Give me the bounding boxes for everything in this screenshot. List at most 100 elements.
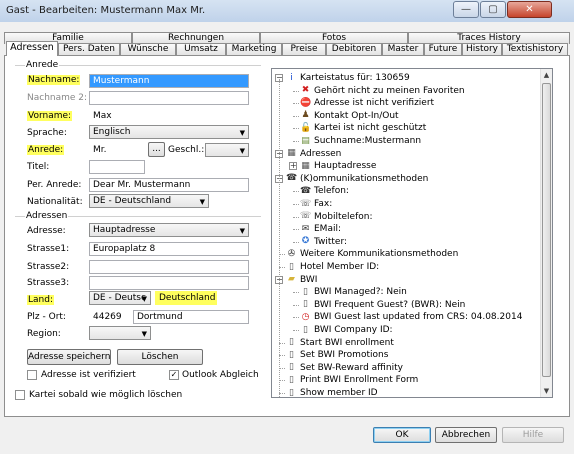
close-button[interactable]: ✕ xyxy=(507,1,552,18)
tab-master[interactable]: Master xyxy=(382,43,424,55)
ort-field[interactable]: Dortmund xyxy=(133,310,249,324)
tab-row-bottom: Adressen Pers. Daten Wünsche Umsatz Mark… xyxy=(4,41,570,56)
tree-item[interactable]: BWI Managed?: Nein xyxy=(314,286,407,298)
chevron-down-icon: ▼ xyxy=(239,147,245,155)
cancel-button[interactable]: Abbrechen xyxy=(435,427,497,443)
anrede-label-text: Anrede: xyxy=(27,145,65,155)
strasse1-field[interactable]: Europaplatz 8 xyxy=(89,242,249,256)
outlook-sync-checkbox[interactable]: ✓ xyxy=(169,370,179,380)
adresse-value: Hauptadresse xyxy=(93,225,156,235)
tab-textishistory[interactable]: Textishistory xyxy=(502,43,568,55)
tree-item[interactable]: Start BWI enrollment xyxy=(300,337,394,349)
maximize-button[interactable]: ▢ xyxy=(480,1,506,18)
tree-item[interactable]: BWI Company ID: xyxy=(314,324,393,336)
per-anrede-field[interactable]: Dear Mr. Mustermann xyxy=(89,178,249,192)
delete-card-label: Kartei sobald wie möglich löschen xyxy=(29,390,183,400)
tree-item[interactable]: Weitere Kommunikationsmethoden xyxy=(300,248,458,260)
nationalitaet-select[interactable]: DE - Deutschland ▼ xyxy=(89,194,209,208)
anrede-browse-button[interactable]: ... xyxy=(148,142,165,157)
tree-item[interactable]: Telefon: xyxy=(314,185,349,197)
region-select[interactable]: ▼ xyxy=(89,326,151,340)
land-label-text: Land: xyxy=(27,295,54,305)
vorname-label: Vorname: xyxy=(27,111,73,121)
address-verified-label: Adresse ist verifiziert xyxy=(41,370,136,380)
tree-root-connector xyxy=(279,79,280,397)
vorname-field[interactable]: Max xyxy=(93,111,112,121)
tab-debitoren[interactable]: Debitoren xyxy=(326,43,382,55)
land-label: Land: xyxy=(27,295,54,305)
adresse-label: Adresse: xyxy=(27,226,66,236)
tree-item[interactable]: EMail: xyxy=(314,223,341,235)
adresse-select[interactable]: Hauptadresse ▼ xyxy=(89,223,249,237)
person-icon: ♟ xyxy=(301,110,310,121)
tree-item[interactable]: Adressen xyxy=(300,148,341,160)
tree-item[interactable]: Hauptadresse xyxy=(314,160,376,172)
plz-field[interactable]: 44269 xyxy=(89,310,131,324)
nationalitaet-label: Nationalität: xyxy=(27,197,83,207)
tab-preise[interactable]: Preise xyxy=(282,43,326,55)
document-icon: ▯ xyxy=(289,337,294,348)
tab-adressen[interactable]: Adressen xyxy=(6,41,58,56)
tree-item[interactable]: Kartei ist nicht geschützt xyxy=(314,122,426,134)
tab-pers-daten[interactable]: Pers. Daten xyxy=(58,43,120,55)
land-select[interactable]: DE - Deutsc ▼ xyxy=(89,291,151,305)
tree-item[interactable]: Show member ID xyxy=(300,387,378,397)
tree-item[interactable]: Suchname:Mustermann xyxy=(314,135,421,147)
chevron-down-icon: ▼ xyxy=(141,295,147,303)
land-name-field[interactable]: Deutschland xyxy=(155,291,217,305)
titel-label: Titel: xyxy=(27,162,50,172)
tree-item[interactable]: Set BWI Promotions xyxy=(300,349,388,361)
tree-connector xyxy=(293,317,299,319)
document-icon: ▯ xyxy=(303,324,308,335)
nationalitaet-value: DE - Deutschland xyxy=(93,196,172,206)
help-button[interactable]: Hilfe xyxy=(502,427,564,443)
tree-item[interactable]: Adresse ist nicht verifiziert xyxy=(314,97,434,109)
tree-connector xyxy=(293,90,299,92)
tree-connector xyxy=(293,292,299,294)
sprache-select[interactable]: Englisch ▼ xyxy=(89,125,249,139)
tree-item[interactable]: BWI Frequent Guest? (BWR): Nein xyxy=(314,299,465,311)
tree-item[interactable]: Hotel Member ID: xyxy=(300,261,379,273)
tab-history[interactable]: History xyxy=(462,43,502,55)
tree-item[interactable]: Fax: xyxy=(314,198,332,210)
delete-card-checkbox[interactable] xyxy=(15,390,25,400)
title-bar[interactable]: Gast - Bearbeiten: Mustermann Max Mr. — … xyxy=(0,0,574,22)
nachname-label-text: Nachname: xyxy=(27,75,81,85)
strasse2-field[interactable] xyxy=(89,260,249,274)
tree-item[interactable]: BWI Guest last updated from CRS: 04.08.2… xyxy=(314,311,522,323)
document-icon: ▯ xyxy=(303,299,308,310)
document-icon: ▯ xyxy=(303,286,308,297)
tree-connector xyxy=(293,216,299,218)
per-anrede-label: Per. Anrede: xyxy=(27,180,82,190)
folder-icon: ▰ xyxy=(288,274,295,285)
geschl-select[interactable]: ▼ xyxy=(205,143,249,157)
tree-item[interactable]: Karteistatus für: 130659 xyxy=(300,72,410,84)
save-address-button[interactable]: Adresse speichern xyxy=(27,349,111,365)
minimize-button[interactable]: — xyxy=(453,1,479,18)
ok-button[interactable]: OK xyxy=(373,427,431,443)
tree-item[interactable]: Twitter: xyxy=(314,236,347,248)
nachname2-label: Nachname 2: xyxy=(27,93,88,103)
guest-info-tree[interactable]: − i Karteistatus für: 130659 ✖ Gehört nicht … xyxy=(271,68,553,398)
tree-item[interactable]: Set BW-Reward affinity xyxy=(300,362,403,374)
delete-address-button[interactable]: Löschen xyxy=(117,349,203,365)
titel-field[interactable] xyxy=(89,160,145,174)
tree-item[interactable]: (K)ommunikationsmethoden xyxy=(300,173,428,185)
anrede-field[interactable]: Mr. xyxy=(89,143,145,157)
tab-future[interactable]: Future xyxy=(424,43,462,55)
tree-item[interactable]: Mobiltelefon: xyxy=(314,211,373,223)
tree-item[interactable]: Print BWI Enrollment Form xyxy=(300,374,418,386)
tree-item[interactable]: BWI xyxy=(300,274,317,286)
strasse3-field[interactable] xyxy=(89,276,249,290)
tab-wuensche[interactable]: Wünsche xyxy=(120,43,176,55)
tree-item[interactable]: Kontakt Opt-In/Out xyxy=(314,110,399,122)
nachname2-field[interactable] xyxy=(89,91,249,105)
twitter-icon: ✪ xyxy=(301,236,310,247)
address-verified-checkbox[interactable] xyxy=(27,370,37,380)
nachname-field[interactable]: Mustermann xyxy=(89,74,249,88)
tree-item[interactable]: Gehört nicht zu meinen Favoriten xyxy=(314,85,465,97)
tree-connector xyxy=(293,241,299,243)
tab-marketing[interactable]: Marketing xyxy=(226,43,282,55)
tab-umsatz[interactable]: Umsatz xyxy=(176,43,226,55)
expand-icon[interactable]: + xyxy=(289,162,297,171)
